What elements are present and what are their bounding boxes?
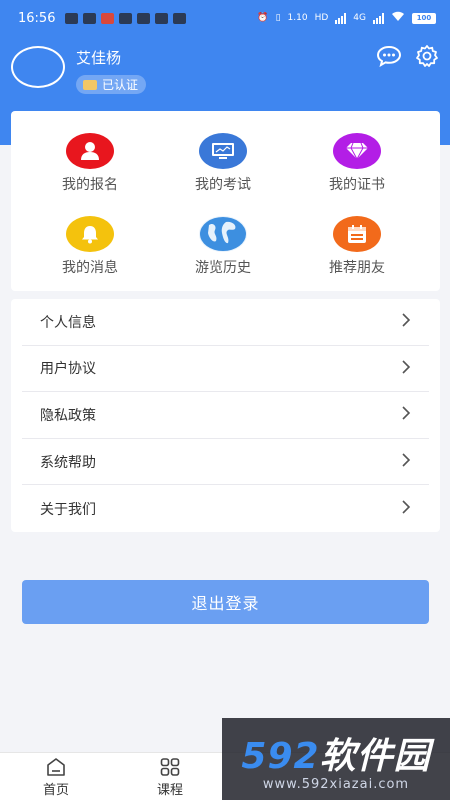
- quick-label: 我的消息: [62, 260, 118, 276]
- nav-item-home[interactable]: 首页: [26, 757, 86, 798]
- bell-icon: [66, 216, 114, 252]
- quick-actions-card: 我的报名 我的考试 我的证书 我的消息 游览历史 推荐朋友: [11, 111, 440, 291]
- quick-item-messages[interactable]: 我的消息: [30, 216, 150, 277]
- quick-label: 我的证书: [329, 177, 385, 193]
- quick-item-history[interactable]: 游览历史: [163, 216, 283, 277]
- message-icon[interactable]: [376, 44, 402, 68]
- quick-item-exam[interactable]: 我的考试: [163, 133, 283, 194]
- chat-notif-icon: [137, 12, 151, 24]
- net-speed: 1.10: [287, 13, 308, 23]
- browser-notif-icon: [173, 12, 187, 24]
- quick-label: 推荐朋友: [329, 260, 385, 276]
- profile-block[interactable]: 艾佳杨 已认证: [11, 46, 147, 94]
- menu-item-about-us[interactable]: 关于我们: [22, 485, 429, 532]
- nav-item-courses[interactable]: 课程: [140, 757, 200, 798]
- menu-item-user-agreement[interactable]: 用户协议: [22, 346, 429, 393]
- menu-item-label: 用户协议: [40, 361, 96, 378]
- chevron-right-icon: [401, 499, 411, 518]
- settings-icon[interactable]: [414, 44, 440, 68]
- profile-text: 艾佳杨 已认证: [76, 47, 147, 94]
- watermark: 592软件园 www.592xiazai.com: [222, 718, 450, 800]
- network-type: 4G: [353, 13, 366, 23]
- chevron-right-icon: [401, 405, 411, 424]
- menu-item-personal-info[interactable]: 个人信息: [22, 299, 429, 346]
- status-bar: 16:56 ⏰ ▯ 1.10 HD 4G 100: [0, 0, 450, 36]
- nav-label: 课程: [156, 783, 183, 798]
- calendar-icon: [333, 216, 381, 252]
- quick-label: 我的报名: [62, 177, 118, 193]
- battery-icon: 100: [412, 12, 436, 24]
- logout-button[interactable]: 退出登录: [22, 580, 429, 624]
- menu-item-system-help[interactable]: 系统帮助: [22, 439, 429, 486]
- notification-icons: [65, 12, 187, 24]
- menu-item-label: 个人信息: [40, 314, 96, 331]
- quick-item-certificate[interactable]: 我的证书: [297, 133, 417, 194]
- user-icon: [66, 133, 114, 169]
- avatar[interactable]: [11, 46, 65, 88]
- verified-badge: 已认证: [76, 75, 147, 94]
- chevron-right-icon: [401, 312, 411, 331]
- signal-icon: [335, 12, 347, 24]
- watermark-url: www.592xiazai.com: [262, 776, 410, 792]
- nav-label: 首页: [42, 783, 69, 798]
- vibrate-icon: ▯: [275, 13, 281, 23]
- chevron-right-icon: [401, 359, 411, 378]
- quick-label: 游览历史: [195, 260, 251, 276]
- app2-notif-icon: [155, 12, 169, 24]
- quick-item-signup[interactable]: 我的报名: [30, 133, 150, 194]
- diamond-icon: [333, 133, 381, 169]
- signal2-icon: [373, 12, 384, 24]
- alarm-icon: ⏰: [257, 13, 269, 23]
- chevron-right-icon: [401, 452, 411, 471]
- home-icon: [26, 757, 86, 777]
- menu-item-privacy-policy[interactable]: 隐私政策: [22, 392, 429, 439]
- hd-badge: HD: [314, 13, 329, 23]
- menu-item-label: 关于我们: [40, 501, 96, 518]
- menu-item-label: 隐私政策: [40, 407, 96, 424]
- app-notif-icon: [65, 12, 79, 24]
- status-time: 16:56: [18, 10, 56, 26]
- wifi-icon: [391, 11, 405, 25]
- news-notif-icon: [101, 12, 115, 24]
- menu-item-label: 系统帮助: [40, 454, 96, 471]
- monitor-icon: [199, 133, 247, 169]
- settings-menu-card: 个人信息 用户协议 隐私政策 系统帮助 关于我们: [11, 299, 440, 532]
- watermark-logo: 592软件园: [241, 735, 431, 777]
- quick-label: 我的考试: [195, 177, 251, 193]
- send-notif-icon: [83, 12, 97, 24]
- user-name: 艾佳杨: [76, 49, 122, 67]
- header-actions: [376, 44, 440, 68]
- grid-icon: [140, 757, 200, 777]
- status-right: ⏰ ▯ 1.10 HD 4G 100: [257, 11, 436, 25]
- verified-label: 已认证: [102, 78, 139, 92]
- check-notif-icon: [119, 12, 133, 24]
- globe-icon: [199, 216, 247, 252]
- quick-item-recommend[interactable]: 推荐朋友: [297, 216, 417, 277]
- id-card-icon: [83, 79, 97, 90]
